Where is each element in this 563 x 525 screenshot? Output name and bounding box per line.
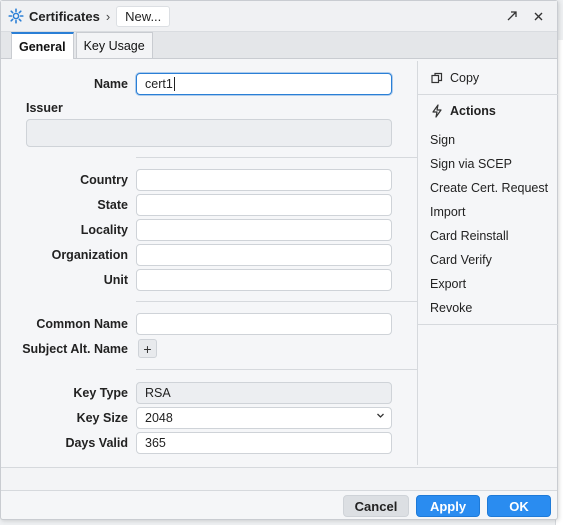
tab-key-usage[interactable]: Key Usage (75, 32, 153, 58)
dialog-footer: Cancel Apply OK (1, 491, 557, 521)
common-name-field[interactable] (136, 313, 392, 335)
side-panel: Copy Actions Sign Sign via SCEP Create C… (417, 61, 558, 465)
country-label: Country (80, 173, 128, 187)
common-name-label: Common Name (36, 317, 128, 331)
country-row: Country (1, 169, 417, 191)
organization-field[interactable] (136, 244, 392, 266)
key-type-row: Key Type RSA (1, 382, 417, 404)
divider (418, 94, 558, 95)
days-valid-label: Days Valid (65, 436, 128, 450)
issuer-label: Issuer (26, 101, 63, 115)
action-export[interactable]: Export (430, 277, 466, 291)
locality-field[interactable] (136, 219, 392, 241)
unit-field[interactable] (136, 269, 392, 291)
state-row: State (1, 194, 417, 216)
divider (136, 301, 417, 302)
actions-heading-label: Actions (450, 104, 496, 118)
locality-row: Locality (1, 219, 417, 241)
ok-button[interactable]: OK (487, 495, 551, 517)
subject-alt-name-row: Subject Alt. Name + (1, 338, 417, 360)
action-sign[interactable]: Sign (430, 133, 455, 147)
key-size-value: 2048 (145, 411, 173, 425)
dialog-body: Name cert1 Issuer Country State Locality… (1, 61, 558, 465)
tab-general[interactable]: General (11, 32, 74, 59)
title-bar: Certificates › New... (1, 1, 557, 31)
close-icon[interactable] (525, 5, 551, 27)
action-revoke[interactable]: Revoke (430, 301, 472, 315)
unit-label: Unit (103, 273, 128, 287)
action-import[interactable]: Import (430, 205, 465, 219)
copy-label: Copy (450, 71, 480, 85)
key-size-row: Key Size 2048 (1, 407, 417, 429)
divider (418, 324, 558, 325)
new-certificate-dialog: Certificates › New... General Key Usage … (0, 0, 558, 520)
days-valid-field[interactable]: 365 (136, 432, 392, 454)
state-label: State (97, 198, 128, 212)
window-title: Certificates (29, 8, 100, 24)
actions-heading: Actions (430, 104, 496, 118)
locality-label: Locality (80, 223, 128, 237)
gear-icon (7, 7, 25, 25)
divider (136, 369, 417, 370)
action-card-reinstall[interactable]: Card Reinstall (430, 229, 509, 243)
restore-icon[interactable] (499, 5, 525, 27)
days-valid-row: Days Valid 365 (1, 432, 417, 454)
key-size-label: Key Size (76, 411, 128, 425)
divider (136, 157, 417, 158)
organization-row: Organization (1, 244, 417, 266)
copy-button[interactable]: Copy (430, 71, 479, 85)
breadcrumb-current[interactable]: New... (116, 5, 171, 27)
action-create-cert-request[interactable]: Create Cert. Request (430, 181, 548, 195)
state-field[interactable] (136, 194, 392, 216)
apply-button[interactable]: Apply (416, 495, 480, 517)
issuer-field[interactable] (26, 119, 392, 147)
key-type-field: RSA (136, 382, 392, 404)
chevron-down-icon (376, 411, 385, 423)
tab-bar: General Key Usage (1, 31, 557, 59)
lightning-icon (430, 104, 444, 118)
status-strip (1, 467, 557, 491)
name-field[interactable]: cert1 (136, 73, 392, 95)
organization-label: Organization (51, 248, 128, 262)
copy-icon (430, 71, 444, 85)
cancel-button[interactable]: Cancel (343, 495, 409, 517)
name-label: Name (93, 77, 128, 91)
unit-row: Unit (1, 269, 417, 291)
breadcrumb-separator: › (105, 8, 111, 24)
add-subject-alt-name-button[interactable]: + (138, 339, 157, 358)
common-name-row: Common Name (1, 313, 417, 335)
subject-alt-name-label: Subject Alt. Name (22, 342, 128, 356)
action-card-verify[interactable]: Card Verify (430, 253, 492, 267)
name-row: Name cert1 (1, 73, 417, 95)
general-form: Name cert1 Issuer Country State Locality… (1, 61, 417, 465)
key-type-label: Key Type (73, 386, 128, 400)
country-field[interactable] (136, 169, 392, 191)
key-size-select[interactable]: 2048 (136, 407, 392, 429)
action-sign-via-scep[interactable]: Sign via SCEP (430, 157, 512, 171)
